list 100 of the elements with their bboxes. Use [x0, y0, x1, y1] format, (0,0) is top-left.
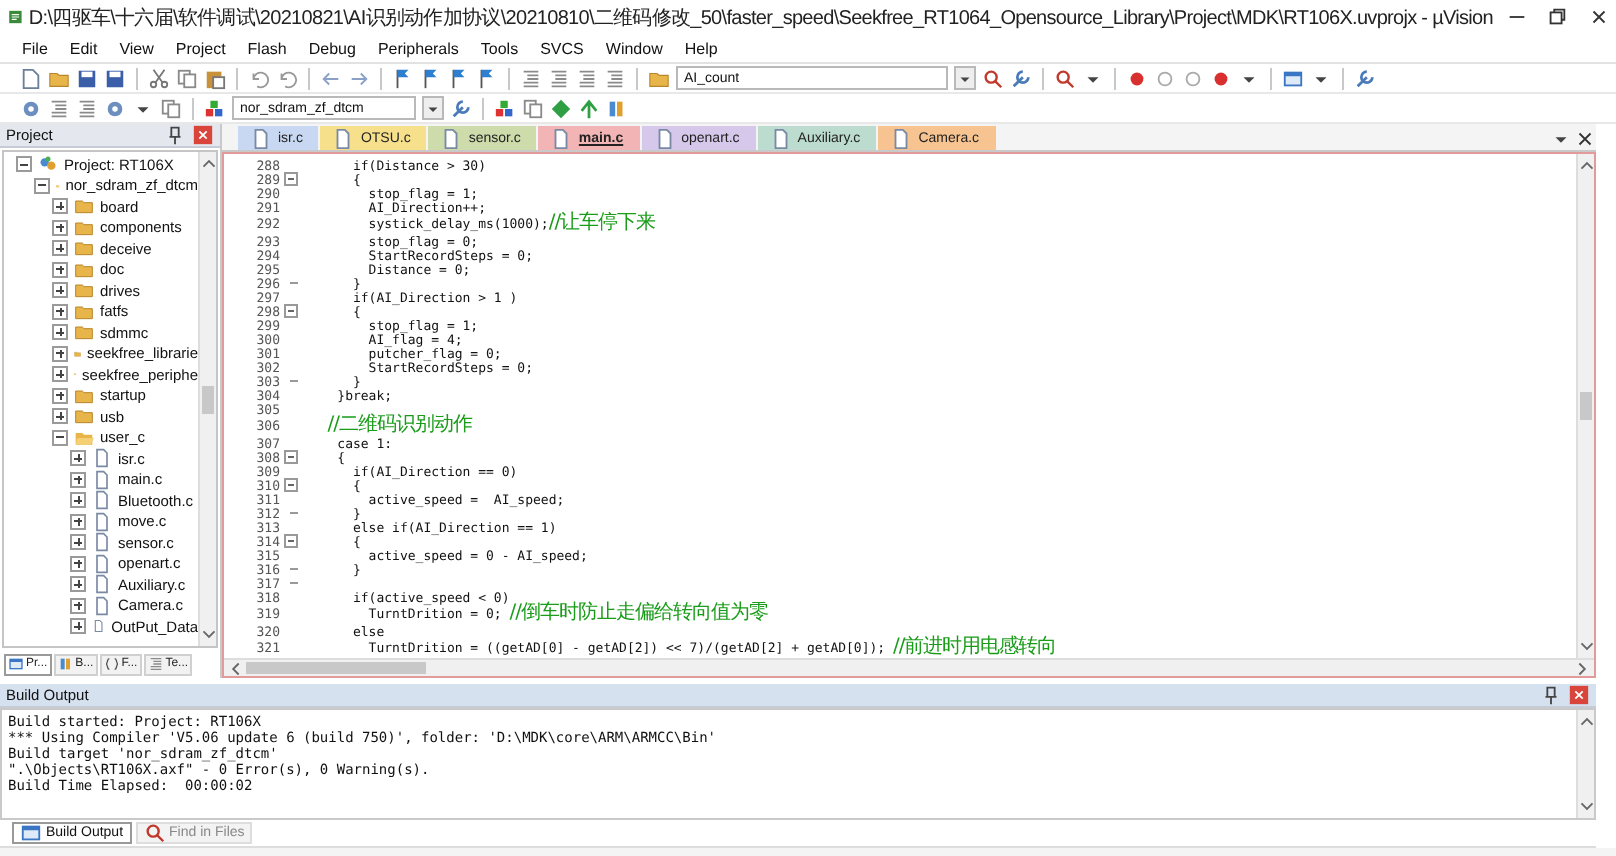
copy-icon[interactable]: [176, 67, 198, 89]
file-icon: [92, 448, 112, 469]
lines-icon: [147, 656, 164, 672]
fold-end-marker: [290, 380, 298, 382]
close-icon: [1587, 6, 1610, 28]
fold-end-marker: [290, 512, 298, 514]
expand-toggle[interactable]: [70, 618, 86, 635]
books-icon[interactable]: [606, 97, 628, 119]
expand-toggle[interactable]: [52, 219, 68, 236]
expand-toggle[interactable]: [52, 345, 68, 362]
scrollbar-thumb[interactable]: [202, 385, 214, 413]
close-icon[interactable]: [1574, 128, 1596, 150]
file-icon: [92, 532, 112, 553]
file-icon: [92, 553, 112, 574]
scrollbar[interactable]: [224, 658, 1594, 676]
menu-item[interactable]: Tools: [470, 35, 529, 61]
expand-toggle[interactable]: [52, 387, 68, 404]
dropdown-button[interactable]: [954, 66, 976, 90]
search-icon[interactable]: [982, 67, 1004, 89]
menu-item[interactable]: Project: [165, 35, 236, 61]
expand-toggle[interactable]: [52, 261, 68, 278]
expand-toggle[interactable]: [52, 408, 68, 425]
new-file-icon[interactable]: [20, 67, 42, 89]
copy-icon[interactable]: [522, 97, 544, 119]
braces-icon: [103, 656, 120, 672]
menu-item[interactable]: Debug: [298, 35, 366, 61]
fold-toggle[interactable]: [283, 304, 297, 318]
pin-icon[interactable]: [164, 124, 186, 146]
forward-arrow-icon[interactable]: [348, 67, 370, 89]
fold-end-marker: [290, 582, 298, 584]
menu-item[interactable]: Help: [674, 35, 728, 61]
expand-toggle[interactable]: [52, 429, 68, 446]
window-icon: [20, 822, 42, 844]
breakpoint-icon[interactable]: [1126, 67, 1148, 89]
blocks-icon[interactable]: [494, 97, 516, 119]
scrollbar[interactable]: [1576, 154, 1594, 658]
code-comment: //倒车时防止走偏给转向值为零: [509, 604, 768, 624]
bookmark-icon[interactable]: [476, 67, 498, 89]
bookmark-icon[interactable]: [392, 67, 414, 89]
expand-toggle[interactable]: [52, 198, 68, 215]
app-icon: [8, 6, 23, 28]
dropdown-button[interactable]: [422, 96, 444, 120]
menu-item[interactable]: SVCS: [530, 35, 594, 61]
scrollbar-thumb[interactable]: [246, 662, 426, 674]
expand-toggle[interactable]: [52, 240, 68, 257]
restore-icon: [1546, 6, 1569, 28]
expand-toggle[interactable]: [70, 576, 86, 593]
menu-item[interactable]: Window: [595, 35, 673, 61]
books-icon: [57, 656, 74, 672]
search-icon: [143, 822, 166, 844]
paste-icon[interactable]: [204, 67, 226, 89]
arrows-icon[interactable]: [578, 97, 600, 119]
pin-icon[interactable]: [1540, 684, 1562, 706]
project-icon: [38, 154, 58, 175]
expand-toggle[interactable]: [70, 471, 86, 488]
expand-toggle[interactable]: [70, 492, 86, 509]
save-icon[interactable]: [76, 67, 98, 89]
expand-toggle[interactable]: [70, 534, 86, 551]
fold-toggle[interactable]: [283, 534, 297, 548]
window-icon: [8, 656, 24, 672]
bookmark-icon[interactable]: [420, 67, 442, 89]
expand-toggle[interactable]: [70, 450, 86, 467]
redo-icon[interactable]: [276, 67, 298, 89]
save-all-icon[interactable]: [104, 67, 126, 89]
fold-end-marker: [290, 282, 298, 284]
fold-end-marker: [290, 568, 298, 570]
code-comment: //前进时用电感转向: [893, 638, 1057, 658]
expand-toggle[interactable]: [52, 324, 68, 341]
expand-toggle[interactable]: [34, 177, 50, 194]
bookmark-icon[interactable]: [448, 67, 470, 89]
undo-icon[interactable]: [248, 67, 270, 89]
menu-item[interactable]: File: [12, 35, 58, 61]
file-icon: [92, 490, 112, 511]
file-icon: [92, 595, 112, 616]
fold-toggle[interactable]: [283, 172, 297, 186]
unindent-icon[interactable]: [548, 67, 570, 89]
indent-icon[interactable]: [520, 67, 542, 89]
wrench-icon[interactable]: [1354, 67, 1376, 89]
code-comment: //让车停下来: [548, 214, 656, 234]
back-arrow-icon[interactable]: [320, 67, 342, 89]
scrollbar[interactable]: [1576, 710, 1594, 818]
expand-toggle[interactable]: [70, 513, 86, 530]
menu-item[interactable]: Peripherals: [367, 35, 469, 61]
cut-icon[interactable]: [148, 67, 170, 89]
scrollbar-thumb[interactable]: [1580, 392, 1592, 420]
scrollbar[interactable]: [198, 152, 216, 646]
expand-toggle[interactable]: [52, 282, 68, 299]
expand-toggle[interactable]: [70, 555, 86, 572]
expand-toggle[interactable]: [70, 597, 86, 614]
expand-toggle[interactable]: [16, 156, 32, 173]
code-comment: //二维码识别动作: [325, 416, 472, 436]
menu-item[interactable]: View: [109, 35, 164, 61]
menu-item[interactable]: Edit: [59, 35, 108, 61]
expand-toggle[interactable]: [52, 303, 68, 320]
debug-icon[interactable]: [1054, 67, 1076, 89]
file-icon: [92, 469, 112, 490]
menu-item[interactable]: Flash: [237, 35, 297, 61]
expand-toggle[interactable]: [52, 366, 68, 383]
window-icon[interactable]: [1282, 67, 1304, 89]
breakpoint-icon[interactable]: [1210, 67, 1232, 89]
